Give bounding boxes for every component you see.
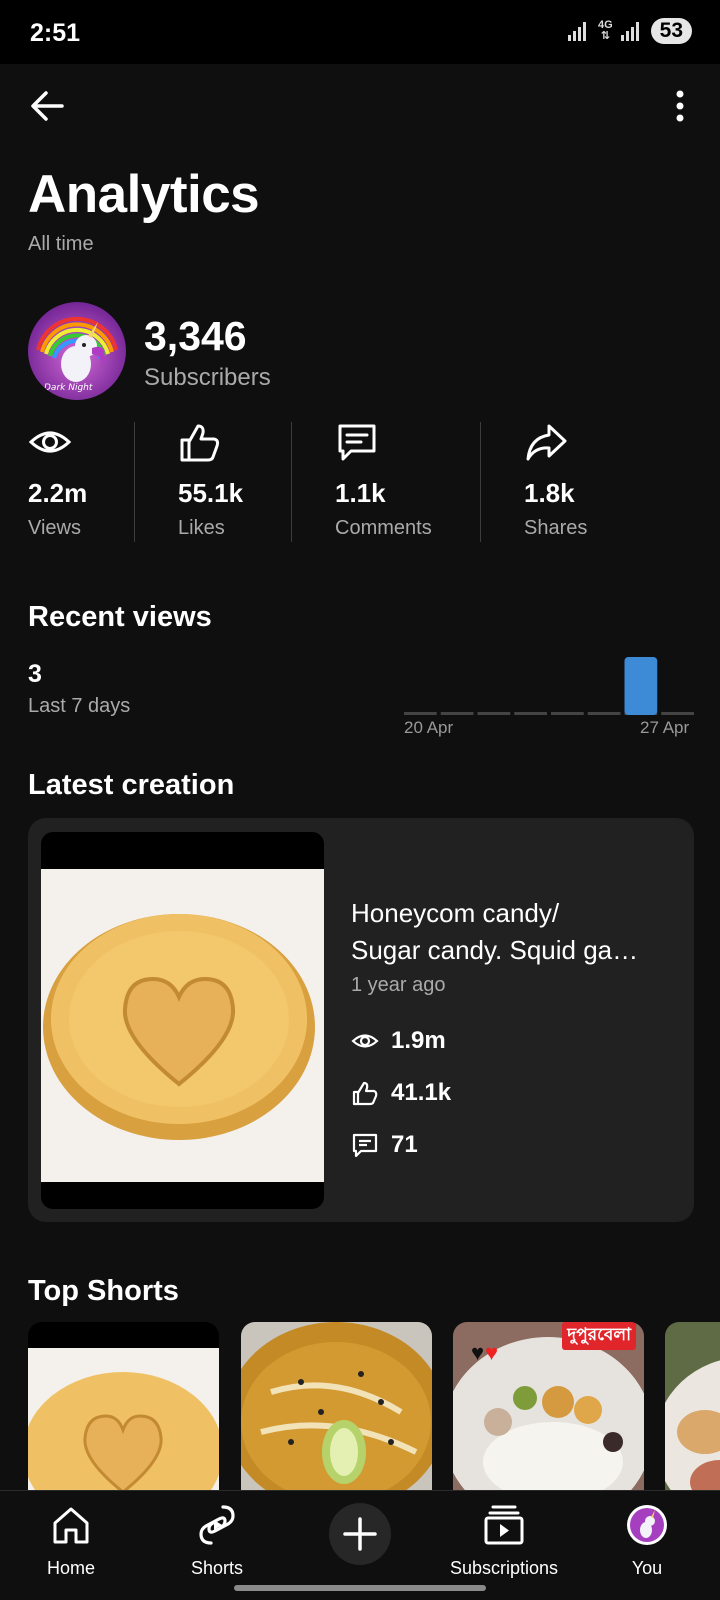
top-shorts-title: Top Shorts bbox=[28, 1275, 179, 1307]
unicorn-avatar-image: Dark Night bbox=[28, 302, 126, 400]
comments-label: Comments bbox=[335, 517, 432, 539]
back-button[interactable] bbox=[26, 84, 70, 128]
shorts-icon bbox=[199, 1505, 235, 1545]
status-bar: 2:51 4G ⇅ 53 bbox=[0, 0, 720, 64]
eye-icon bbox=[351, 1034, 379, 1048]
shares-label: Shares bbox=[524, 517, 588, 539]
subscriptions-icon bbox=[484, 1505, 524, 1545]
eye-icon bbox=[28, 431, 72, 453]
likes-value: 55.1k bbox=[178, 478, 244, 508]
page-subtitle: All time bbox=[28, 233, 94, 255]
video-comments: 71 bbox=[351, 1131, 418, 1159]
chart-baseline-segment bbox=[440, 712, 474, 715]
recent-views-title: Recent views bbox=[28, 601, 212, 633]
stat-divider bbox=[134, 422, 135, 542]
short-thumbnail[interactable] bbox=[241, 1322, 432, 1490]
svg-text:Dark Night: Dark Night bbox=[44, 383, 93, 393]
battery-indicator: 53 bbox=[650, 18, 692, 44]
short-thumbnail[interactable] bbox=[28, 1322, 219, 1490]
create-button[interactable] bbox=[329, 1503, 391, 1565]
short-thumbnail[interactable] bbox=[665, 1322, 720, 1490]
stat-divider bbox=[291, 422, 292, 542]
comment-icon bbox=[338, 424, 376, 461]
top-shorts-row: ♥ ♥ দুপুরবেলা bbox=[0, 1322, 720, 1490]
recent-views-count: 3 bbox=[28, 660, 42, 688]
stat-comments[interactable]: 1.1k Comments bbox=[335, 420, 432, 539]
video-thumbnail[interactable] bbox=[41, 832, 324, 1209]
svg-text:♥: ♥ bbox=[471, 1340, 484, 1365]
page-title: Analytics bbox=[28, 165, 260, 224]
channel-avatar[interactable]: Dark Night bbox=[28, 302, 126, 400]
chart-baseline-segment bbox=[514, 712, 547, 715]
latest-creation-title: Latest creation bbox=[28, 769, 235, 801]
bottom-navigation: Home Shorts Subscriptions You bbox=[0, 1490, 720, 1600]
home-indicator bbox=[234, 1585, 486, 1591]
video-title[interactable]: Honeycom candy/ Sugar candy. Squid ga… bbox=[351, 895, 671, 969]
comment-icon bbox=[352, 1133, 378, 1158]
comments-value: 1.1k bbox=[335, 478, 386, 508]
svg-text:♥: ♥ bbox=[485, 1340, 498, 1365]
video-views: 1.9m bbox=[351, 1027, 446, 1055]
shares-value: 1.8k bbox=[524, 478, 575, 508]
profile-avatar-icon bbox=[627, 1505, 667, 1545]
stat-views[interactable]: 2.2m Views bbox=[28, 420, 87, 539]
chart-baseline-segment bbox=[551, 712, 584, 715]
chart-baseline-segment bbox=[404, 712, 437, 715]
nav-shorts[interactable]: Shorts bbox=[182, 1503, 252, 1579]
signal-icon bbox=[567, 22, 586, 41]
recent-views-period: Last 7 days bbox=[28, 695, 131, 717]
arrow-left-icon bbox=[31, 91, 64, 121]
chart-baseline-segment bbox=[661, 712, 694, 715]
plus-icon bbox=[343, 1517, 377, 1551]
nav-you[interactable]: You bbox=[614, 1503, 680, 1579]
thumbs-up-icon bbox=[352, 1081, 378, 1106]
signal-icon-2 bbox=[620, 22, 639, 41]
chart-bar bbox=[624, 657, 658, 715]
stat-likes[interactable]: 55.1k Likes bbox=[178, 420, 243, 539]
chart-baseline-segment bbox=[587, 712, 621, 715]
stat-divider bbox=[480, 422, 481, 542]
short-overlay-text: দুপুরবেলা bbox=[562, 1322, 636, 1350]
nav-home[interactable]: Home bbox=[38, 1503, 104, 1579]
status-icons: 4G ⇅ 53 bbox=[567, 18, 692, 44]
status-time: 2:51 bbox=[30, 19, 81, 47]
nav-subscriptions[interactable]: Subscriptions bbox=[446, 1503, 562, 1579]
chart-baseline-segment bbox=[477, 712, 511, 715]
views-value: 2.2m bbox=[28, 478, 88, 508]
short-thumbnail[interactable]: ♥ ♥ দুপুরবেলা bbox=[453, 1322, 644, 1490]
likes-label: Likes bbox=[178, 517, 225, 539]
network-type: 4G ⇅ bbox=[597, 19, 613, 42]
more-options-button[interactable] bbox=[662, 86, 698, 126]
share-icon bbox=[526, 424, 567, 461]
home-icon bbox=[53, 1507, 89, 1544]
honeycomb-candy-image bbox=[41, 869, 324, 1182]
more-vert-icon bbox=[676, 90, 684, 122]
subscriber-label: Subscribers bbox=[144, 364, 271, 391]
chart-tick-end: 27 Apr bbox=[640, 718, 690, 737]
chart-tick-start: 20 Apr bbox=[404, 718, 454, 737]
views-label: Views bbox=[28, 517, 81, 539]
video-age: 1 year ago bbox=[351, 974, 446, 996]
video-likes: 41.1k bbox=[351, 1079, 451, 1107]
stat-shares[interactable]: 1.8k Shares bbox=[524, 420, 587, 539]
subscriber-count: 3,346 bbox=[144, 313, 247, 359]
thumbs-up-icon bbox=[180, 424, 220, 462]
